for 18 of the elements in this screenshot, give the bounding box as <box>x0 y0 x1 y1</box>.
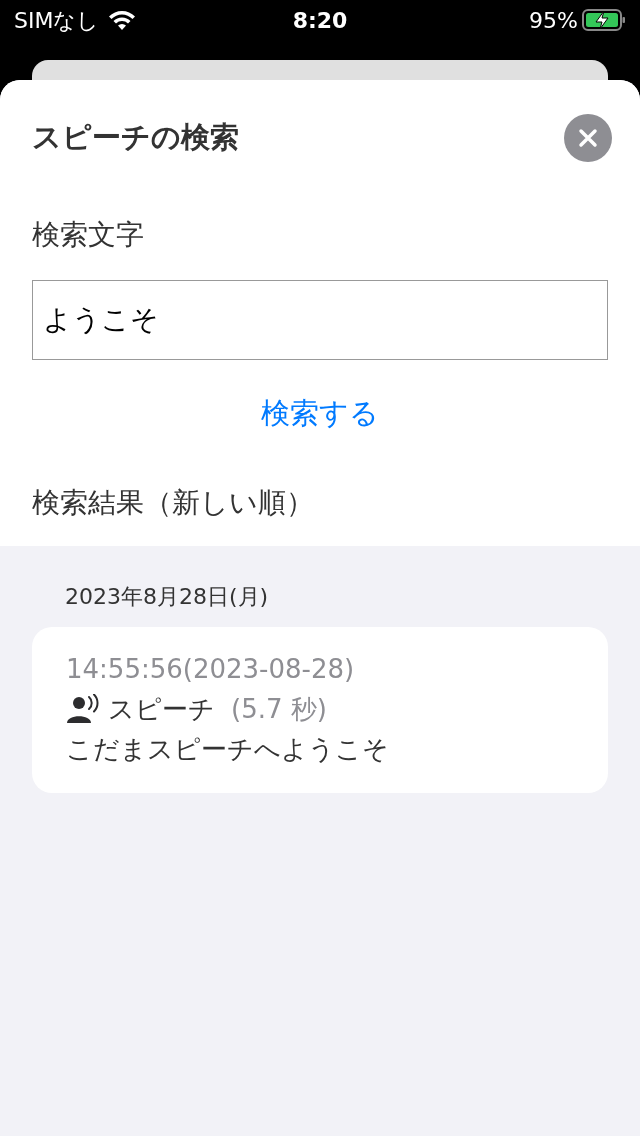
wifi-icon <box>107 9 138 31</box>
close-icon <box>578 128 598 148</box>
result-card[interactable]: 14:55:56(2023-08-28) スピーチ (5.7 秒) こだまスピーチへようこそ <box>32 626 608 793</box>
sheet-title: スピーチの検索 <box>32 119 239 157</box>
result-text: こだまスピーチへようこそ <box>66 732 390 766</box>
battery-percent: 95% <box>529 6 578 35</box>
person-speaking-icon <box>66 693 100 724</box>
result-duration: (5.7 秒) <box>231 692 327 726</box>
search-button[interactable]: 検索する <box>261 392 379 436</box>
close-button[interactable] <box>564 114 612 162</box>
carrier-label: SIMなし <box>14 6 100 35</box>
results-label: 検索結果（新しい順） <box>32 484 315 521</box>
status-time: 8:20 <box>292 6 348 35</box>
date-header: 2023年8月28日(月) <box>64 582 270 611</box>
search-label: 検索文字 <box>32 217 145 253</box>
search-field[interactable]: ようこそ <box>32 280 608 360</box>
result-type: スピーチ <box>108 692 215 726</box>
result-timestamp: 14:55:56(2023-08-28) <box>66 652 356 686</box>
